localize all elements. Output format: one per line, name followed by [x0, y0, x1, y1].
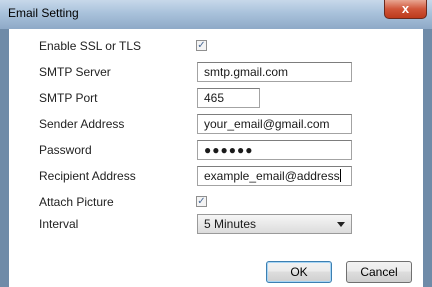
- sender-input[interactable]: your_email@gmail.com: [197, 114, 352, 134]
- interval-select[interactable]: 5 Minutes: [197, 214, 352, 234]
- cancel-button[interactable]: Cancel: [346, 261, 412, 283]
- password-row: Password ●●●●●●: [9, 140, 423, 160]
- dialog-title: Email Setting: [8, 6, 79, 20]
- password-input[interactable]: ●●●●●●: [197, 140, 352, 160]
- ssl-label: Enable SSL or TLS: [39, 39, 142, 53]
- title-bar: Email Setting x: [0, 0, 432, 29]
- smtp-server-input[interactable]: smtp.gmail.com: [197, 62, 352, 82]
- recipient-label: Recipient Address: [39, 169, 136, 183]
- ssl-row: Enable SSL or TLS ✓: [9, 36, 423, 56]
- interval-row: Interval 5 Minutes: [9, 214, 423, 234]
- smtp-port-label: SMTP Port: [39, 91, 98, 105]
- smtp-server-label: SMTP Server: [39, 65, 111, 79]
- smtp-port-input[interactable]: 465: [197, 88, 260, 108]
- recipient-row: Recipient Address example_email@address: [9, 166, 423, 186]
- check-icon: ✓: [197, 196, 206, 207]
- recipient-input[interactable]: example_email@address: [197, 166, 352, 186]
- check-icon: ✓: [197, 40, 206, 51]
- close-icon: x: [401, 1, 410, 16]
- close-button[interactable]: x: [384, 0, 427, 19]
- text-caret: [339, 169, 341, 182]
- email-setting-dialog: Email Setting x Enable SSL or TLS ✓ SMTP…: [0, 0, 432, 287]
- smtp-server-row: SMTP Server smtp.gmail.com: [9, 62, 423, 82]
- interval-selected: 5 Minutes: [204, 217, 257, 231]
- recipient-value: example_email@address: [204, 169, 340, 183]
- ok-button[interactable]: OK: [266, 261, 332, 283]
- sender-row: Sender Address your_email@gmail.com: [9, 114, 423, 134]
- password-label: Password: [39, 143, 92, 157]
- interval-label: Interval: [39, 217, 79, 231]
- smtp-port-row: SMTP Port 465: [9, 88, 423, 108]
- attach-row: Attach Picture ✓: [9, 192, 423, 212]
- ssl-checkbox[interactable]: ✓: [196, 40, 207, 51]
- dialog-body: Enable SSL or TLS ✓ SMTP Server smtp.gma…: [9, 29, 423, 287]
- chevron-down-icon: [337, 222, 345, 227]
- attach-checkbox[interactable]: ✓: [196, 196, 207, 207]
- sender-label: Sender Address: [39, 117, 125, 131]
- attach-label: Attach Picture: [39, 195, 114, 209]
